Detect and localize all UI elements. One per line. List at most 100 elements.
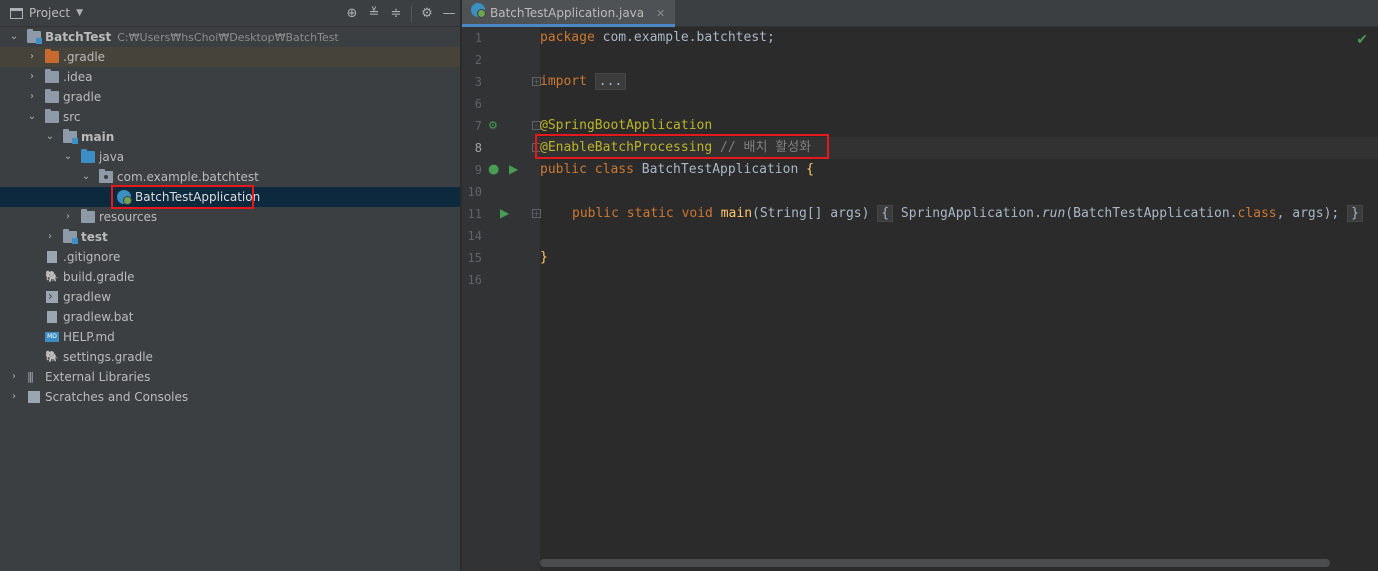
chevron-right-icon[interactable]: ›: [8, 387, 20, 407]
tree-item-batchtestapplication[interactable]: BatchTestApplication: [0, 185, 460, 209]
chevron-right-icon[interactable]: ›: [62, 207, 74, 227]
code-area[interactable]: package com.example.batchtest; import ..…: [540, 27, 1378, 571]
bean-icon[interactable]: ⚙: [488, 119, 498, 132]
tree-item-java[interactable]: ⌄ java: [0, 147, 460, 167]
tree-item-gradle-dir[interactable]: › .gradle: [0, 47, 460, 67]
tree-item-label: resources: [99, 210, 158, 224]
tree-item-label: build.gradle: [63, 270, 135, 284]
text-file-icon: [47, 311, 57, 323]
tree-item-label: gradlew.bat: [63, 310, 134, 324]
call: , args);: [1276, 206, 1340, 221]
line-number: 1: [474, 31, 482, 45]
module-folder-icon: [27, 29, 42, 44]
horizontal-scrollbar[interactable]: [540, 559, 1330, 567]
tree-item-package[interactable]: ⌄ com.example.batchtest: [0, 167, 460, 187]
package-name: com.example.batchtest;: [594, 30, 775, 45]
close-icon[interactable]: ✕: [656, 7, 665, 20]
tree-item-label: BatchTest: [45, 30, 112, 44]
tree-item-label: java: [99, 150, 125, 164]
check-icon[interactable]: ✔: [1356, 32, 1368, 48]
tree-item-label: .gitignore: [63, 250, 121, 264]
line-number: 15: [467, 251, 482, 265]
brace: {: [877, 205, 894, 222]
source-folder-icon: [81, 149, 95, 163]
folder-icon: [45, 89, 59, 103]
class-name: BatchTestApplication: [633, 162, 807, 177]
chevron-right-icon[interactable]: ›: [26, 67, 38, 87]
chevron-right-icon[interactable]: ›: [8, 367, 20, 387]
tree-item-label: settings.gradle: [63, 350, 153, 364]
scratch-icon: [28, 391, 40, 403]
terminal-file-icon: [46, 286, 58, 306]
method-name: main: [720, 206, 753, 221]
highlight-box: [111, 185, 254, 209]
tree-item-label: com.example.batchtest: [117, 170, 259, 184]
keyword: package: [540, 30, 595, 45]
tree-item-scratches[interactable]: › Scratches and Consoles: [0, 387, 460, 407]
editor-gutter: 1 2 3 6 7 8 9 10 11 14 15 16 ⚙ ● ▶ ▶ + -…: [462, 27, 541, 571]
tree-item-gradlew-bat[interactable]: gradlew.bat: [0, 307, 460, 327]
call: SpringApplication.: [893, 206, 1042, 221]
chevron-down-icon[interactable]: ⌄: [26, 107, 38, 127]
chevron-down-icon[interactable]: ⌄: [62, 147, 74, 167]
run-icon[interactable]: ▶: [500, 206, 509, 220]
code-line: }: [540, 247, 1378, 269]
tree-item-resources[interactable]: › resources: [0, 207, 460, 227]
tree-item-help-md[interactable]: MD HELP.md: [0, 327, 460, 347]
tree-item-label: External Libraries: [45, 370, 151, 384]
chevron-right-icon[interactable]: ›: [26, 47, 38, 67]
chevron-down-icon[interactable]: ⌄: [44, 127, 56, 147]
keyword: import: [540, 74, 587, 89]
code-line: public static void main(String[] args) {…: [540, 203, 1378, 225]
markdown-icon: MD: [45, 332, 59, 342]
tree-item-label: gradlew: [63, 290, 112, 304]
code-line: public class BatchTestApplication {: [540, 159, 1378, 181]
chevron-down-icon[interactable]: ⌄: [80, 167, 92, 187]
tree-item-gradle[interactable]: › gradle: [0, 87, 460, 107]
line-number: 14: [467, 229, 482, 243]
tree-item-settings-gradle[interactable]: 🐘 settings.gradle: [0, 347, 460, 367]
git-file-icon: [47, 251, 57, 263]
project-title[interactable]: Project: [29, 6, 70, 20]
tab-label: BatchTestApplication.java: [490, 6, 645, 20]
chevron-right-icon[interactable]: ›: [26, 87, 38, 107]
project-path: C:₩Users₩hsChoi₩Desktop₩BatchTest: [117, 31, 339, 44]
tab-batchtestapplication[interactable]: BatchTestApplication.java ✕: [462, 0, 676, 27]
chevron-right-icon[interactable]: ›: [44, 227, 56, 247]
tree-item-main[interactable]: ⌄ main: [0, 127, 460, 147]
project-tool-window: Project ▼ ⊕ ≚ ≑ ⚙ — ⌄ BatchTest C:₩Users₩…: [0, 0, 461, 571]
method-call: run: [1041, 206, 1066, 221]
tree-item-label: .gradle: [63, 50, 106, 64]
tree-item-batchtest[interactable]: ⌄ BatchTest C:₩Users₩hsChoi₩Desktop₩Batch…: [0, 27, 460, 47]
library-icon: |||: [27, 370, 34, 383]
locate-icon[interactable]: ⊕: [341, 6, 363, 21]
line-number: 7: [474, 119, 482, 133]
tree-item-test[interactable]: › test: [0, 227, 460, 247]
tree-item-gradlew[interactable]: gradlew: [0, 286, 460, 307]
tree-item-src[interactable]: ⌄ src: [0, 107, 460, 127]
expand-all-icon[interactable]: ≚: [363, 6, 385, 21]
project-toolbar: ⊕ ≚ ≑ ⚙ —: [341, 0, 460, 27]
line-number: 16: [467, 273, 482, 287]
tree-item-external-libraries[interactable]: › ||| External Libraries: [0, 367, 460, 387]
project-tree: ⌄ BatchTest C:₩Users₩hsChoi₩Desktop₩Batch…: [0, 27, 460, 407]
run-icon[interactable]: ▶: [509, 162, 518, 176]
tree-item-gitignore[interactable]: .gitignore: [0, 247, 460, 267]
test-folder-icon: [63, 229, 78, 244]
highlight-box: [535, 134, 829, 159]
brace: }: [540, 250, 548, 265]
tree-item-label: Scratches and Consoles: [45, 390, 189, 404]
tree-item-idea[interactable]: › .idea: [0, 67, 460, 87]
tree-item-build-gradle[interactable]: 🐘 build.gradle: [0, 267, 460, 287]
toolbar-divider: [411, 5, 412, 22]
chevron-down-icon[interactable]: ⌄: [8, 27, 20, 47]
collapse-all-icon[interactable]: ≑: [385, 6, 407, 21]
tree-item-label: src: [63, 110, 81, 124]
tree-item-label: test: [81, 230, 108, 244]
line-number: 10: [467, 185, 482, 199]
gear-icon[interactable]: ⚙: [416, 6, 438, 21]
minimize-icon[interactable]: —: [438, 6, 460, 21]
chevron-down-icon[interactable]: ▼: [76, 8, 83, 18]
folded-imports[interactable]: ...: [594, 73, 627, 90]
spring-boot-icon[interactable]: ●: [488, 162, 499, 177]
